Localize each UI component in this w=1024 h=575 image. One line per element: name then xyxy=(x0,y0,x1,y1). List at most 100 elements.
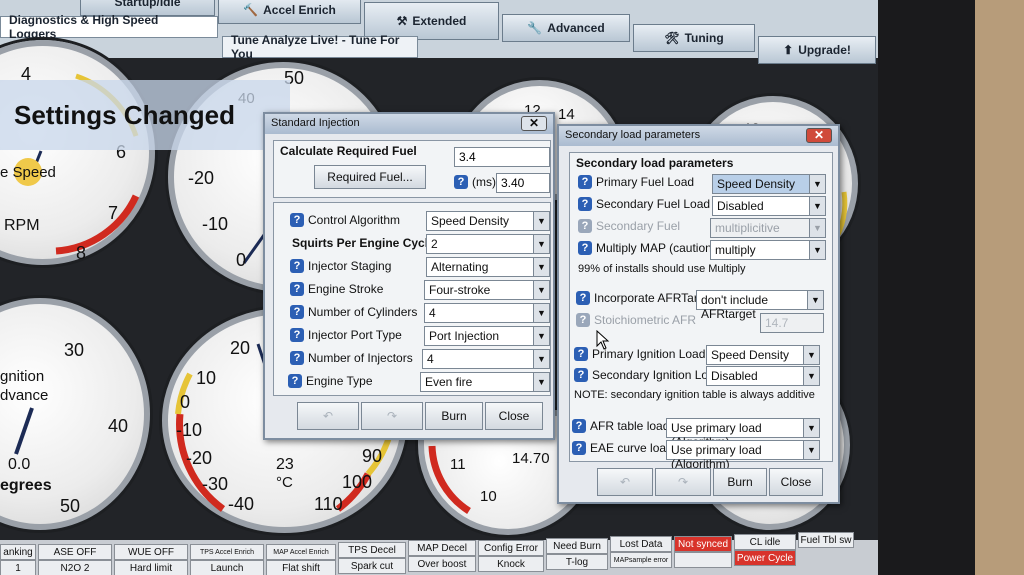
help-icon[interactable]: ? xyxy=(574,368,588,382)
accel-icon: 🔨 xyxy=(243,3,259,17)
tab-upgrade[interactable]: ⬆ Upgrade! xyxy=(758,36,876,64)
status-cell: MAP Decel xyxy=(408,540,476,556)
dialog-title-bar[interactable]: Secondary load parameters ✕ xyxy=(559,126,838,146)
help-icon[interactable]: ? xyxy=(290,351,304,365)
gauge-tick: 100 xyxy=(342,472,373,492)
ignition-note: NOTE: secondary ignition table is always… xyxy=(574,389,815,401)
help-icon[interactable]: ? xyxy=(290,213,304,227)
field-label: Injector Port Type xyxy=(308,328,402,342)
chevron-down-icon[interactable]: ▼ xyxy=(803,441,819,459)
help-icon[interactable]: ? xyxy=(288,374,302,388)
gauge-tick: 110 xyxy=(314,494,343,514)
help-icon[interactable]: ? xyxy=(572,441,586,455)
help-icon[interactable]: ? xyxy=(290,259,304,273)
close-button[interactable]: Close xyxy=(769,468,823,496)
secondary-fuel-load-select[interactable]: Disabled ▼ xyxy=(712,196,826,216)
gauge-tick: 20 xyxy=(230,338,251,358)
help-icon[interactable]: ? xyxy=(454,175,468,189)
chevron-down-icon[interactable]: ▼ xyxy=(533,373,549,391)
chevron-down-icon[interactable]: ▼ xyxy=(533,258,549,276)
gauge-label: egrees xyxy=(0,477,52,494)
help-icon[interactable]: ? xyxy=(578,175,592,189)
field-engine-stroke: ? Engine Stroke xyxy=(290,278,383,300)
help-icon[interactable]: ? xyxy=(290,328,304,342)
status-cell: Launch xyxy=(190,560,264,575)
gauge-tick: 11 xyxy=(450,456,466,473)
chevron-down-icon[interactable]: ▼ xyxy=(533,304,549,322)
chevron-down-icon[interactable]: ▼ xyxy=(533,350,549,368)
redo-button[interactable]: ↷ xyxy=(361,402,423,430)
burn-button[interactable]: Burn xyxy=(425,402,483,430)
tab-accel-enrich[interactable]: 🔨 Accel Enrich xyxy=(218,0,361,24)
field-control-algorithm: ? Control Algorithm xyxy=(290,209,400,231)
secondary-ignition-load-select[interactable]: Disabled ▼ xyxy=(706,366,820,386)
injection-settings-group: ? Control Algorithm Speed Density ▼ Squirt… xyxy=(273,202,551,396)
eae-curve-load-select[interactable]: Use primary load (Algorithm) ▼ xyxy=(666,440,820,471)
status-cell: CL idle xyxy=(734,534,796,550)
engine-type-select[interactable]: Even fire ▼ xyxy=(420,372,550,392)
gauge-tick: -10 xyxy=(176,420,203,440)
chevron-down-icon[interactable]: ▼ xyxy=(533,212,549,230)
ms-input[interactable]: 3.40 xyxy=(496,173,550,193)
status-cell: TPS Decel xyxy=(338,542,406,558)
injectors-select[interactable]: 4 ▼ xyxy=(422,349,550,369)
chevron-down-icon[interactable]: ▼ xyxy=(807,291,823,309)
chevron-down-icon[interactable]: ▼ xyxy=(803,419,819,437)
status-cell xyxy=(674,552,732,568)
required-fuel-group: Calculate Required Fuel Required Fuel...… xyxy=(273,140,551,198)
help-icon[interactable]: ? xyxy=(578,197,592,211)
chevron-down-icon[interactable]: ▼ xyxy=(533,327,549,345)
field-label: AFR table load xyxy=(590,419,670,433)
dialog-title-bar[interactable]: Standard Injection ✕ xyxy=(265,114,553,134)
select-value: 4 xyxy=(427,352,434,366)
help-icon[interactable]: ? xyxy=(578,241,592,255)
chevron-down-icon[interactable]: ▼ xyxy=(533,281,549,299)
chevron-down-icon[interactable]: ▼ xyxy=(803,367,819,385)
chevron-down-icon[interactable]: ▼ xyxy=(809,175,825,193)
afr-table-load-select[interactable]: Use primary load (Algorithm)▼ xyxy=(666,418,820,449)
help-icon[interactable]: ? xyxy=(574,347,588,361)
close-button[interactable]: Close xyxy=(485,402,543,430)
help-icon[interactable]: ? xyxy=(576,291,590,305)
control-algorithm-select[interactable]: Speed Density ▼ xyxy=(426,211,550,231)
engine-stroke-select[interactable]: Four-stroke ▼ xyxy=(424,280,550,300)
chevron-down-icon[interactable]: ▼ xyxy=(803,346,819,364)
primary-fuel-load-select[interactable]: Speed Density ▼ xyxy=(712,174,826,194)
tools-icon: 🛠 xyxy=(664,31,680,45)
gauge-tick: -20 xyxy=(188,168,215,188)
chevron-down-icon[interactable]: ▼ xyxy=(809,241,825,259)
redo-button[interactable]: ↷ xyxy=(655,468,711,496)
status-cell: MAPsample error xyxy=(610,552,672,568)
primary-ignition-load-select[interactable]: Speed Density ▼ xyxy=(706,345,820,365)
status-cell: Hard limit xyxy=(114,560,188,575)
required-fuel-input[interactable]: 3.4 xyxy=(454,147,550,167)
multiply-map-select[interactable]: multiply ▼ xyxy=(710,240,826,260)
redo-icon: ↷ xyxy=(386,409,398,423)
help-icon[interactable]: ? xyxy=(290,282,304,296)
injector-staging-select[interactable]: Alternating ▼ xyxy=(426,257,550,277)
chevron-down-icon[interactable]: ▼ xyxy=(809,197,825,215)
squirts-select[interactable]: 2 ▼ xyxy=(426,234,550,254)
gauge-tick: 0 xyxy=(236,250,247,270)
tab-tuning[interactable]: 🛠 Tuning xyxy=(633,24,755,52)
tab-diagnostics[interactable]: Diagnostics & High Speed Loggers xyxy=(0,13,218,41)
help-icon[interactable]: ? xyxy=(290,305,304,319)
field-injectors: ? Number of Injectors xyxy=(290,347,413,369)
status-cell: Config Error xyxy=(478,540,544,556)
required-fuel-button[interactable]: Required Fuel... xyxy=(314,165,426,189)
burn-button[interactable]: Burn xyxy=(713,468,767,496)
afr-target-select[interactable]: don't include AFRtarget ▼ xyxy=(696,290,824,321)
secondary-fuel-select: multiplicitive ▼ xyxy=(710,218,826,238)
close-icon[interactable]: ✕ xyxy=(521,116,547,131)
group-title: Secondary load parameters xyxy=(576,156,734,170)
undo-button[interactable]: ↶ xyxy=(297,402,359,430)
tab-tune-analyze[interactable]: Tune Analyze Live! - Tune For You xyxy=(222,33,418,61)
close-icon[interactable]: ✕ xyxy=(806,128,832,143)
monitor-screen: Startup/Idle 🔨 Accel Enrich ⚒ Extended 🔧 Ad… xyxy=(0,0,878,575)
injector-port-type-select[interactable]: Port Injection ▼ xyxy=(424,326,550,346)
undo-button[interactable]: ↶ xyxy=(597,468,653,496)
help-icon[interactable]: ? xyxy=(572,419,586,433)
chevron-down-icon[interactable]: ▼ xyxy=(533,235,549,253)
tab-advanced[interactable]: 🔧 Advanced xyxy=(502,14,630,42)
cylinders-select[interactable]: 4 ▼ xyxy=(424,303,550,323)
